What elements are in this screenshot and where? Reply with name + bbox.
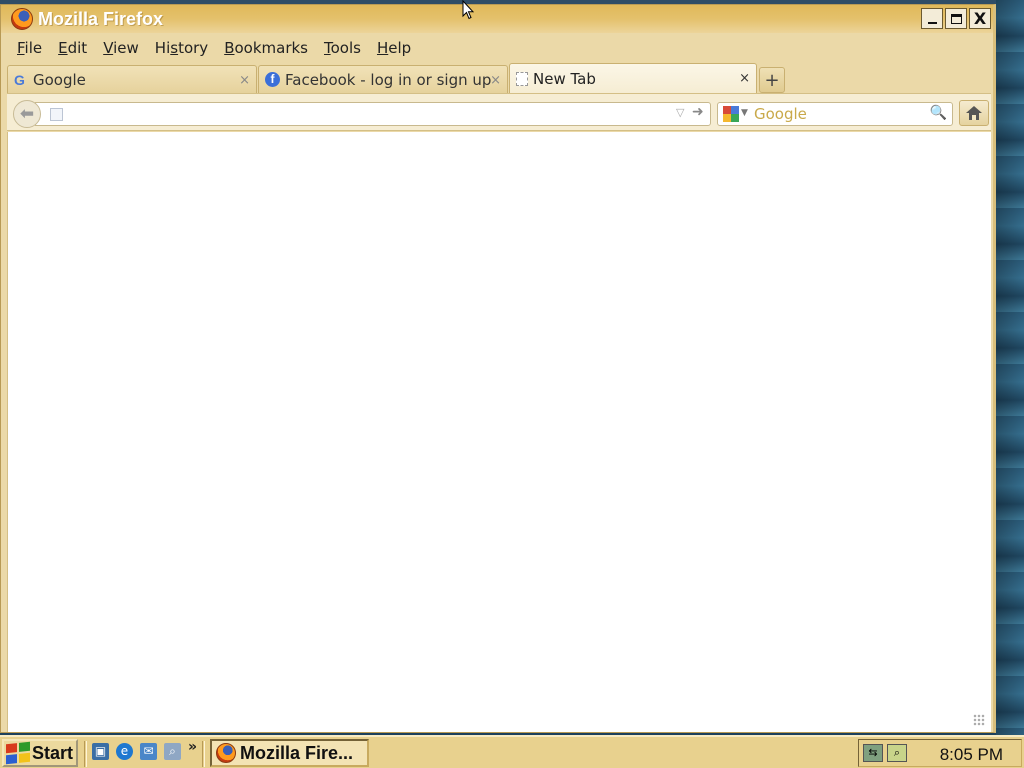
home-button[interactable] (959, 100, 989, 126)
url-history-dropdown-icon[interactable]: ▽ (676, 106, 684, 119)
firefox-window: Mozilla Firefox X File Edit View History… (0, 4, 996, 733)
internet-explorer-icon[interactable]: e (116, 743, 133, 760)
search-magnifier-icon[interactable]: 🔍 (930, 105, 947, 121)
start-label: Start (32, 742, 74, 763)
desktop-background (996, 0, 1024, 735)
resize-grip-icon[interactable] (973, 714, 985, 726)
maximize-button[interactable] (945, 8, 967, 29)
go-arrow-icon[interactable]: ➜ (692, 104, 704, 120)
search-engine-dropdown-icon[interactable]: ▼ (741, 108, 748, 118)
window-title: Mozilla Firefox (38, 8, 164, 29)
menu-tools[interactable]: Tools (324, 39, 361, 57)
tab-label: New Tab (533, 69, 596, 88)
site-identity-icon[interactable] (50, 108, 63, 121)
plus-icon: + (764, 69, 780, 91)
windows-logo-icon (6, 741, 30, 765)
start-button[interactable]: Start (2, 739, 78, 767)
search-bar[interactable]: ▼ 🔍 (717, 102, 953, 126)
close-icon: X (973, 9, 987, 28)
taskbar-separator (84, 741, 87, 767)
firefox-logo-icon[interactable] (11, 8, 33, 30)
minimize-icon (927, 22, 937, 24)
tab-label: Facebook - log in or sign up (285, 70, 492, 89)
facebook-favicon-icon: f (265, 72, 280, 87)
url-bar[interactable]: ▽ ➜ (35, 102, 711, 126)
mouse-cursor-icon (462, 0, 474, 20)
quick-launch: ▣ e ✉ ⌕ (92, 743, 181, 760)
tab-close-icon[interactable]: × (739, 71, 750, 86)
menu-history[interactable]: History (155, 39, 208, 57)
close-button[interactable]: X (969, 8, 991, 29)
taskbar-firefox-button[interactable]: Mozilla Fire... (210, 739, 369, 767)
url-input[interactable] (70, 105, 670, 123)
quick-launch-more-icon[interactable]: » (188, 739, 197, 755)
new-tab-button[interactable]: + (759, 67, 785, 93)
search-icon[interactable]: ⌕ (164, 743, 181, 760)
tab-strip: G Google × f Facebook - log in or sign u… (7, 63, 987, 93)
taskbar-button-label: Mozilla Fire... (240, 742, 354, 763)
firefox-logo-icon (216, 743, 236, 763)
google-icon[interactable] (723, 106, 739, 122)
back-button[interactable]: ⬅ (13, 100, 41, 128)
navigation-toolbar: ⬅ ▽ ➜ ▼ 🔍 (7, 93, 991, 131)
menu-help[interactable]: Help (377, 39, 411, 57)
menu-file[interactable]: File (17, 39, 42, 57)
blank-page-icon (516, 71, 528, 86)
tab-new-tab[interactable]: New Tab × (509, 63, 757, 93)
taskbar: Start ▣ e ✉ ⌕ » Mozilla Fire... ⇆ ⌕ 8:05… (0, 735, 1024, 768)
tab-google[interactable]: G Google × (7, 65, 257, 93)
search-input[interactable] (754, 105, 924, 123)
page-content-area[interactable] (7, 132, 991, 732)
show-desktop-icon[interactable]: ▣ (92, 743, 109, 760)
magnifier-tray-icon[interactable]: ⌕ (887, 744, 907, 762)
tab-label: Google (33, 70, 86, 89)
title-bar[interactable]: Mozilla Firefox X (1, 5, 993, 33)
menu-bar: File Edit View History Bookmarks Tools H… (1, 35, 993, 61)
tab-facebook[interactable]: f Facebook - log in or sign up × (258, 65, 508, 93)
taskbar-separator (202, 741, 205, 767)
menu-edit[interactable]: Edit (58, 39, 87, 57)
window-controls: X (921, 8, 991, 29)
outlook-express-icon[interactable]: ✉ (140, 743, 157, 760)
minimize-button[interactable] (921, 8, 943, 29)
network-icon[interactable]: ⇆ (863, 744, 883, 762)
clock[interactable]: 8:05 PM (940, 745, 1003, 765)
system-tray: ⇆ ⌕ 8:05 PM (858, 739, 1022, 767)
back-arrow-icon: ⬅ (19, 104, 35, 124)
maximize-icon (950, 13, 962, 24)
menu-bookmarks[interactable]: Bookmarks (224, 39, 308, 57)
google-favicon-icon: G (14, 71, 25, 88)
home-icon (966, 106, 982, 120)
tab-close-icon[interactable]: × (239, 73, 250, 88)
tab-close-icon[interactable]: × (490, 73, 501, 88)
menu-view[interactable]: View (103, 39, 139, 57)
